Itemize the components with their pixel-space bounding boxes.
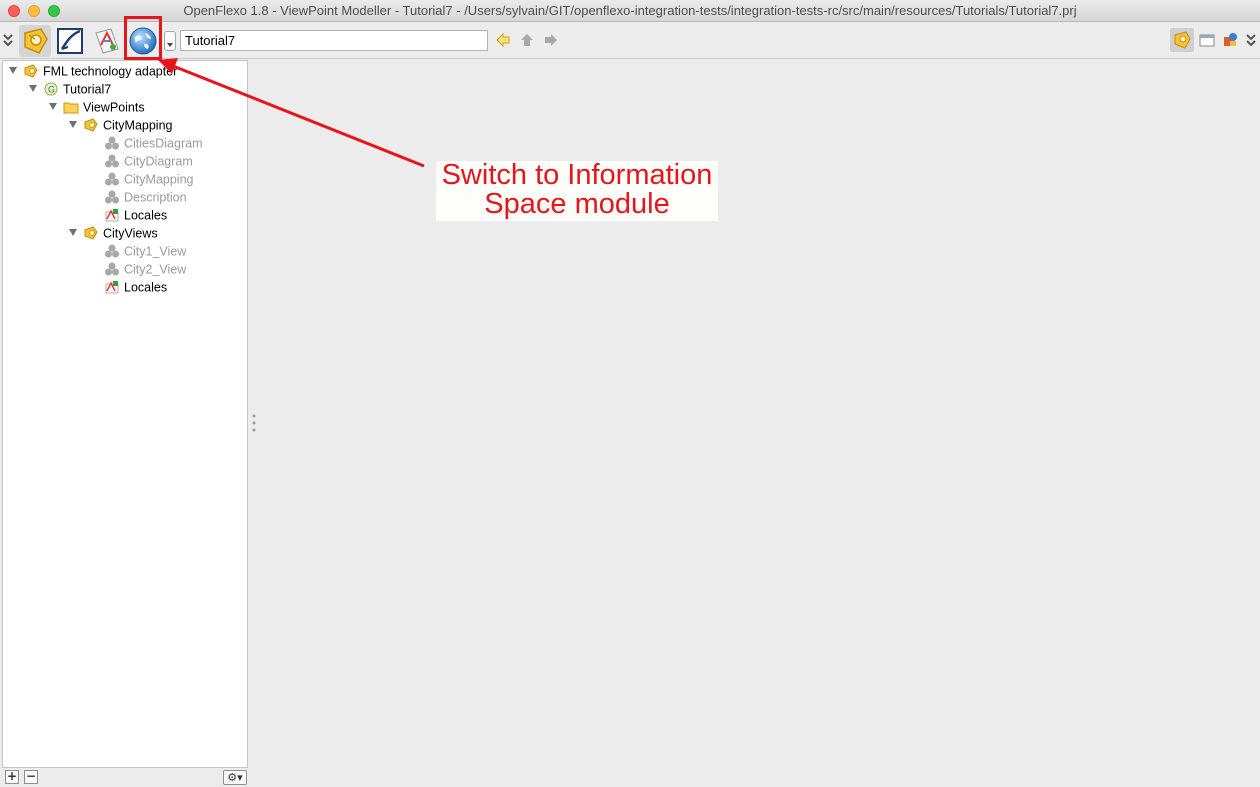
tree-node-viewpoint[interactable]: CityMapping	[69, 116, 172, 134]
window-layout-button[interactable]	[1198, 28, 1216, 52]
project-icon: G	[44, 82, 58, 96]
tree-node-virtual-model[interactable]: CitiesDiagram	[104, 134, 203, 152]
viewpoint-modeller-icon	[24, 28, 48, 54]
expand-triangle-icon[interactable]	[69, 229, 77, 237]
tree-node-locales[interactable]: Locales	[104, 206, 167, 224]
tree-node-virtual-model[interactable]: CityMapping	[104, 170, 193, 188]
svg-text:G: G	[48, 84, 55, 94]
locales-icon	[105, 280, 119, 294]
viewpoint-perspective-icon	[1174, 31, 1191, 49]
expand-triangle-icon[interactable]	[9, 67, 17, 75]
tree-node-locales[interactable]: Locales	[104, 278, 167, 296]
virtual-model-icon	[105, 172, 119, 186]
folder-icon	[63, 102, 79, 114]
virtual-model-icon	[105, 244, 119, 258]
inspector-toggle-button[interactable]	[1221, 28, 1239, 52]
tree-node-virtual-model[interactable]: CityDiagram	[104, 152, 193, 170]
technology-adapter-icon	[24, 64, 38, 78]
splitter-handle[interactable]	[252, 413, 256, 433]
project-path-field[interactable]	[180, 30, 488, 51]
tree-node-label: Description	[124, 190, 187, 205]
tree-node-folder[interactable]: ViewPoints	[49, 98, 145, 116]
virtual-model-icon	[105, 154, 119, 168]
add-button[interactable]: +	[5, 770, 19, 784]
viewpoint-icon	[84, 118, 98, 132]
tree-node-root[interactable]: FML technology adapter	[9, 62, 177, 80]
tree-node-label: City2_View	[124, 262, 187, 277]
double-chevron-down-icon[interactable]	[2, 33, 14, 49]
tree-node-virtual-model[interactable]: City2_View	[104, 260, 186, 278]
tree-node-label: Tutorial7	[63, 82, 112, 97]
tree-node-label: Locales	[124, 208, 168, 223]
back-arrow-icon[interactable]	[495, 32, 511, 48]
viewpoint-icon	[84, 226, 98, 240]
remove-button[interactable]: −	[24, 770, 38, 784]
locales-icon	[105, 208, 119, 222]
main-toolbar	[0, 22, 1260, 59]
inspector-icon	[1224, 33, 1237, 46]
double-chevron-down-right-icon[interactable]	[1245, 33, 1257, 49]
virtual-model-icon	[105, 136, 119, 150]
virtual-model-icon	[105, 190, 119, 204]
annotation-callout: Switch to Information Space module	[436, 161, 718, 221]
expand-triangle-icon[interactable]	[69, 121, 77, 129]
callout-line-1: Switch to Information	[441, 159, 713, 191]
information-space-globe-icon	[129, 27, 157, 55]
tree-node-label: Locales	[124, 280, 168, 295]
tree-node-label: CityMapping	[103, 118, 173, 133]
tree-node-label: CityMapping	[124, 172, 194, 187]
information-space-module-button[interactable]	[127, 25, 159, 57]
callout-line-2: Space module	[484, 188, 670, 220]
module-dropdown-toggle[interactable]	[164, 31, 176, 51]
viewpoint-perspective-button[interactable]	[1170, 28, 1194, 52]
document-module-button[interactable]	[91, 25, 123, 57]
tree-node-virtual-model[interactable]: Description	[104, 188, 187, 206]
forward-arrow-icon[interactable]	[543, 32, 559, 48]
project-browser-tree: FML technology adapter G Tutorial7 ViewPo…	[2, 60, 248, 768]
expand-triangle-icon[interactable]	[49, 103, 57, 111]
gear-menu-button[interactable]: ⚙▾	[223, 770, 247, 785]
diagram-module-icon	[57, 28, 83, 54]
expand-triangle-icon[interactable]	[29, 85, 37, 93]
tree-node-label: City1_View	[124, 244, 187, 259]
up-arrow-icon[interactable]	[519, 32, 535, 48]
tree-node-label: CityDiagram	[124, 154, 193, 169]
tree-node-label: ViewPoints	[83, 100, 145, 115]
tree-node-viewpoint[interactable]: CityViews	[69, 224, 158, 242]
viewpoint-modeller-module-button[interactable]	[19, 25, 51, 57]
window-layout-icon	[1199, 34, 1215, 47]
document-module-icon	[95, 28, 119, 54]
tree-node-label: FML technology adapter	[43, 64, 178, 79]
window-title: OpenFlexo 1.8 - ViewPoint Modeller - Tut…	[183, 3, 1077, 18]
virtual-model-icon	[105, 262, 119, 276]
tree-node-label: CityViews	[103, 226, 158, 241]
tree-node-virtual-model[interactable]: City1_View	[104, 242, 186, 260]
tree-node-project[interactable]: G Tutorial7	[29, 80, 111, 98]
tree-node-label: CitiesDiagram	[124, 136, 203, 151]
diagram-module-button[interactable]	[54, 25, 86, 57]
tree-bottom-bar: + − ⚙▾	[2, 768, 248, 787]
window-title-bar: OpenFlexo 1.8 - ViewPoint Modeller - Tut…	[0, 0, 1260, 22]
